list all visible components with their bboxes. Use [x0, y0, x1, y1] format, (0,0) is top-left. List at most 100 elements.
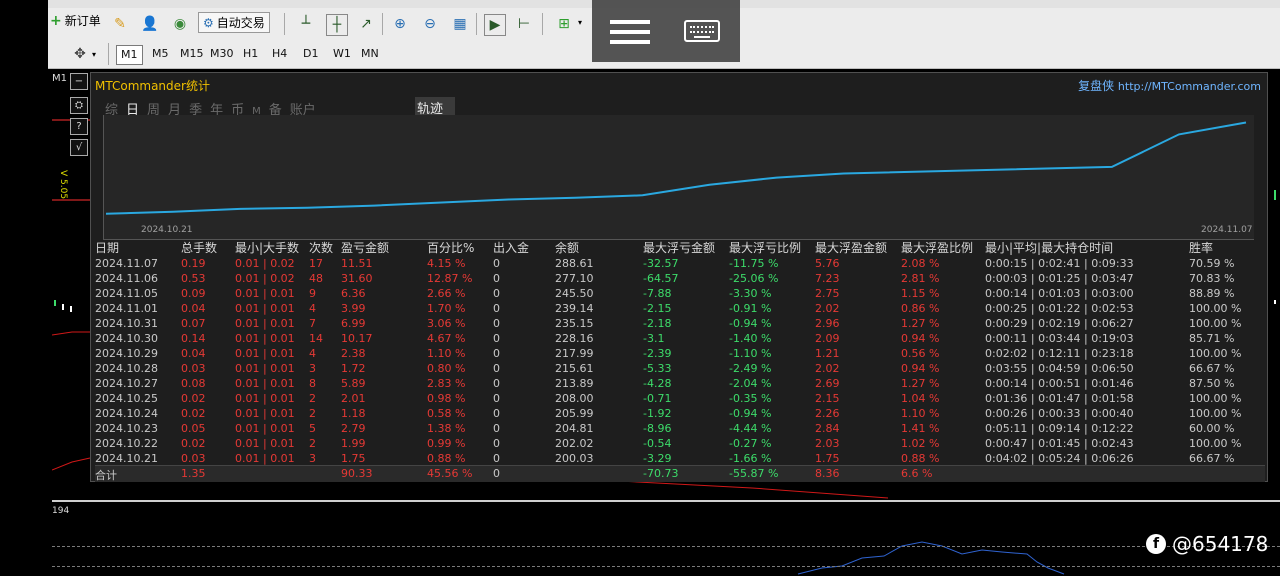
cell-date: 2024.10.22 — [95, 437, 158, 450]
menu-icon[interactable] — [610, 20, 650, 24]
table-row[interactable]: 2024.10.22 0.02 0.01 | 0.01 2 1.99 0.99 % 0 202… — [95, 437, 1265, 452]
cell-max-gain: 1.75 — [815, 452, 840, 465]
new-order-button[interactable]: + 新订单 — [50, 12, 101, 29]
cell-lots: 0.03 — [181, 452, 206, 465]
menu-icon-line — [610, 30, 650, 34]
plus-icon: + — [50, 12, 62, 29]
column-header-hold-time[interactable]: 最小|平均|最大持仓时间 — [985, 239, 1113, 256]
table-row[interactable]: 2024.11.07 0.19 0.01 | 0.02 17 11.51 4.15 % 0 2… — [95, 257, 1265, 272]
line-chart-icon[interactable]: ↗ — [356, 14, 376, 34]
toolbar-separator — [382, 13, 383, 35]
cell-hold-time: 0:00:25 | 0:01:22 | 0:02:53 — [985, 302, 1134, 315]
toolbar-separator — [284, 13, 285, 35]
column-header-win-rate[interactable]: 胜率 — [1189, 239, 1213, 256]
sub-window-label: 194 — [52, 506, 70, 516]
auto-scroll-icon[interactable]: ▶ — [484, 14, 506, 36]
column-header-max-gain[interactable]: 最大浮盈金额 — [815, 239, 887, 256]
cell-max-gain-pct: 1.02 % — [901, 437, 940, 450]
chevron-down-icon[interactable]: ▾ — [578, 18, 582, 27]
indicators-icon[interactable]: ⊞ — [554, 14, 574, 34]
cell-max-loss: -0.71 — [643, 392, 672, 405]
indicator-subwindow[interactable] — [52, 502, 1280, 576]
table-row[interactable]: 2024.10.24 0.02 0.01 | 0.01 2 1.18 0.58 % 0 205… — [95, 407, 1265, 422]
cell-max-loss: -4.28 — [643, 377, 672, 390]
column-header-max-loss[interactable]: 最大浮亏金额 — [643, 239, 715, 256]
tile-windows-icon[interactable]: ▦ — [450, 14, 470, 34]
cell-max-loss: -3.29 — [643, 452, 672, 465]
signal-icon[interactable]: ◉ — [170, 14, 190, 34]
table-row[interactable]: 2024.10.25 0.02 0.01 | 0.01 2 2.01 0.98 % 0 208… — [95, 392, 1265, 407]
timeframe-h4[interactable]: H4 — [272, 45, 287, 63]
cell-inout: 0 — [493, 257, 500, 270]
settings-icon[interactable]: ⛭ — [70, 97, 88, 114]
cell-max-gain-pct: 1.10 % — [901, 407, 940, 420]
cell-lots: 0.05 — [181, 422, 206, 435]
column-header-date[interactable]: 日期 — [95, 239, 119, 256]
column-header-pnl[interactable]: 盈亏金额 — [341, 239, 389, 256]
auto-trade-button[interactable]: ⚙ 自动交易 — [198, 12, 270, 33]
table-row[interactable]: 2024.10.30 0.14 0.01 | 0.01 14 10.17 4.67 % 0 2… — [95, 332, 1265, 347]
cell-inout: 0 — [493, 392, 500, 405]
zoom-out-icon[interactable]: ⊖ — [420, 14, 440, 34]
bar-chart-icon[interactable]: ┴ — [296, 14, 316, 34]
timeframe-mn[interactable]: MN — [361, 45, 379, 63]
column-header-max-loss-pct[interactable]: 最大浮亏比例 — [729, 239, 801, 256]
brand-url[interactable]: http://MTCommander.com — [1118, 80, 1261, 93]
column-header-balance[interactable]: 余额 — [555, 239, 579, 256]
minimize-icon[interactable]: − — [70, 73, 88, 90]
cell-date: 2024.10.28 — [95, 362, 158, 375]
cell-min-max-lots: 0.01 | 0.01 — [235, 422, 295, 435]
cell-hold-time: 0:00:03 | 0:01:25 | 0:03:47 — [985, 272, 1134, 285]
brand-name: 复盘侠 — [1078, 79, 1115, 93]
timeframe-m1[interactable]: M1 — [116, 45, 143, 65]
check-icon[interactable]: √ — [70, 139, 88, 156]
chevron-down-icon[interactable]: ▾ — [92, 50, 96, 59]
cell-lots: 0.08 — [181, 377, 206, 390]
table-row[interactable]: 2024.11.01 0.04 0.01 | 0.01 4 3.99 1.70 % 0 239… — [95, 302, 1265, 317]
pencil-icon[interactable]: ✎ — [110, 14, 130, 34]
cell-pnl: 6.99 — [341, 317, 366, 330]
timeframe-h1[interactable]: H1 — [243, 45, 258, 63]
drawing-tools-icon[interactable]: ✥ — [70, 44, 90, 64]
zoom-in-icon[interactable]: ⊕ — [390, 14, 410, 34]
column-header-max-gain-pct[interactable]: 最大浮盈比例 — [901, 239, 973, 256]
cell-balance: 204.81 — [555, 422, 594, 435]
user-icon[interactable]: 👤 — [140, 14, 160, 34]
timeframe-m30[interactable]: M30 — [210, 45, 234, 63]
cell-date: 2024.11.07 — [95, 257, 158, 270]
panel-brand[interactable]: 复盘侠 http://MTCommander.com — [1078, 77, 1261, 94]
timeframe-m5[interactable]: M5 — [152, 45, 169, 63]
cell-pnl: 2.38 — [341, 347, 366, 360]
keyboard-icon[interactable] — [684, 20, 720, 42]
column-header-inout[interactable]: 出入金 — [493, 239, 529, 256]
cell-win-rate: 70.59 % — [1189, 257, 1235, 270]
column-header-lots[interactable]: 总手数 — [181, 239, 217, 256]
timeframe-w1[interactable]: W1 — [333, 45, 351, 63]
cell-pct: 2.66 % — [427, 287, 466, 300]
column-header-min-max-lots[interactable]: 最小|大手数 — [235, 239, 299, 256]
screen-overlay — [592, 0, 740, 62]
cell-max-gain: 2.09 — [815, 332, 840, 345]
new-order-label: 新订单 — [64, 14, 101, 28]
table-row[interactable]: 2024.11.05 0.09 0.01 | 0.01 9 6.36 2.66 % 0 245… — [95, 287, 1265, 302]
cell-inout: 0 — [493, 437, 500, 450]
column-header-count[interactable]: 次数 — [309, 239, 333, 256]
cell-pct: 4.15 % — [427, 257, 466, 270]
cell-balance: 215.61 — [555, 362, 594, 375]
cell-win-rate: 100.00 % — [1189, 317, 1242, 330]
column-header-pct[interactable]: 百分比% — [427, 239, 474, 256]
cell-pnl: 2.01 — [341, 392, 366, 405]
candle-chart-icon[interactable]: ┼ — [326, 14, 348, 36]
table-row[interactable]: 2024.11.06 0.53 0.01 | 0.02 48 31.60 12.87 % 0… — [95, 272, 1265, 287]
timeframe-m15[interactable]: M15 — [180, 45, 204, 63]
table-row[interactable]: 2024.10.29 0.04 0.01 | 0.01 4 2.38 1.10 % 0 217… — [95, 347, 1265, 362]
table-row[interactable]: 2024.10.31 0.07 0.01 | 0.01 7 6.99 3.06 % 0 235… — [95, 317, 1265, 332]
table-row[interactable]: 2024.10.27 0.08 0.01 | 0.01 8 5.89 2.83 % 0 213… — [95, 377, 1265, 392]
timeframe-d1[interactable]: D1 — [303, 45, 318, 63]
chart-shift-icon[interactable]: ⊢ — [514, 14, 534, 34]
help-icon[interactable]: ? — [70, 118, 88, 135]
table-row[interactable]: 2024.10.23 0.05 0.01 | 0.01 5 2.79 1.38 % 0 204… — [95, 422, 1265, 437]
cell-inout: 0 — [493, 302, 500, 315]
cell-hold-time: 0:00:14 | 0:01:03 | 0:03:00 — [985, 287, 1134, 300]
table-row[interactable]: 2024.10.28 0.03 0.01 | 0.01 3 1.72 0.80 % 0 215… — [95, 362, 1265, 377]
